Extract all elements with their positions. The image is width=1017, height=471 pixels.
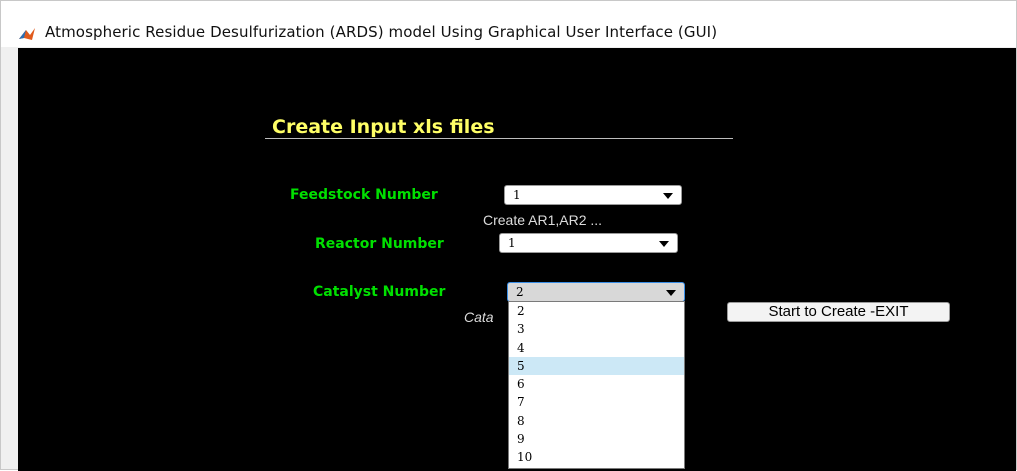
feedstock-value: 1 <box>513 188 521 202</box>
catalyst-option[interactable]: 2 <box>509 302 684 320</box>
chevron-down-icon <box>666 290 676 296</box>
reactor-value: 1 <box>508 236 516 250</box>
feedstock-label: Feedstock Number <box>290 187 438 203</box>
feedstock-hint: Create AR1,AR2 ... <box>483 212 603 228</box>
chevron-down-icon <box>659 241 669 247</box>
catalyst-dropdown-list: 2 3 4 5 6 7 8 9 10 <box>508 301 685 469</box>
catalyst-option[interactable]: 8 <box>509 412 684 430</box>
catalyst-select[interactable]: 2 <box>507 282 685 302</box>
panel-title: Create Input xls files <box>272 116 495 138</box>
title-bar: Atmospheric Residue Desulfurization (ARD… <box>1 1 1016 47</box>
catalyst-option[interactable]: 3 <box>509 320 684 338</box>
catalyst-option[interactable]: 6 <box>509 375 684 393</box>
matlab-icon <box>19 28 35 40</box>
catalyst-option[interactable]: 9 <box>509 430 684 448</box>
window-title: Atmospheric Residue Desulfurization (ARD… <box>45 23 718 41</box>
catalyst-option[interactable]: 4 <box>509 339 684 357</box>
catalyst-label: Catalyst Number <box>313 284 446 300</box>
catalyst-hint: Cata <box>464 309 494 325</box>
reactor-select[interactable]: 1 <box>499 233 678 253</box>
chevron-down-icon <box>663 193 673 199</box>
catalyst-option[interactable]: 5 <box>509 356 684 376</box>
catalyst-value: 2 <box>516 285 524 299</box>
feedstock-select[interactable]: 1 <box>504 185 682 205</box>
start-create-exit-button[interactable]: Start to Create -EXIT <box>727 302 950 322</box>
app-window: Atmospheric Residue Desulfurization (ARD… <box>0 0 1017 471</box>
catalyst-option[interactable]: 10 <box>509 448 684 466</box>
catalyst-option[interactable]: 7 <box>509 393 684 411</box>
panel-divider <box>265 138 733 139</box>
reactor-label: Reactor Number <box>315 236 444 252</box>
